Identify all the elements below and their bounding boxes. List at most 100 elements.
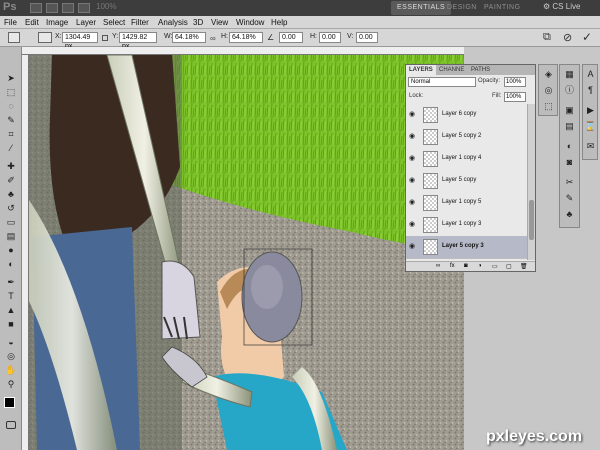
y-field[interactable]: 1429.82 px: [119, 32, 157, 50]
commit-transform-icon[interactable]: ✓: [582, 30, 592, 44]
crop-tool-icon[interactable]: ⌗: [5, 129, 17, 139]
tool-presets-panel-icon[interactable]: ✂: [563, 177, 576, 188]
menu-view[interactable]: View: [211, 16, 228, 29]
layer-row[interactable]: ◉ Layer 6 copy: [406, 104, 527, 127]
link-layers-icon[interactable]: ∞: [436, 263, 440, 269]
eyedropper-tool-icon[interactable]: ⁄: [5, 143, 17, 153]
relative-position-icon[interactable]: [102, 35, 108, 41]
adjustment-layer-icon[interactable]: ◑: [478, 263, 482, 269]
brush-tool-icon[interactable]: ✐: [5, 175, 17, 185]
transform-tool-icon[interactable]: [8, 32, 20, 43]
delete-layer-icon[interactable]: 🗑: [520, 263, 528, 270]
layer-row[interactable]: ◉ Layer 5 copy 2: [406, 126, 527, 149]
info-panel-icon[interactable]: ⓘ: [563, 85, 576, 96]
layer-row[interactable]: ◉ Layer 1 copy 4: [406, 148, 527, 171]
move-tool-icon[interactable]: ➤: [5, 73, 17, 83]
swatches-panel-icon[interactable]: ▤: [563, 121, 576, 132]
menu-filter[interactable]: Filter: [131, 16, 149, 29]
actions-panel-icon[interactable]: ▶: [584, 105, 597, 116]
tab-layers[interactable]: LAYERS: [406, 65, 436, 75]
vskew-field[interactable]: 0.00: [356, 32, 378, 43]
type-tool-icon[interactable]: T: [5, 291, 17, 301]
reference-point-icon[interactable]: [38, 32, 52, 43]
new-layer-icon[interactable]: ▢: [506, 263, 512, 270]
layer-row[interactable]: ◉ Layer 1 copy 5: [406, 192, 527, 215]
menu-analysis[interactable]: Analysis: [158, 16, 188, 29]
blend-mode-select[interactable]: Normal: [408, 77, 476, 87]
workspace-design[interactable]: DESIGN: [441, 1, 483, 15]
cancel-transform-icon[interactable]: ⊘: [563, 31, 572, 44]
add-mask-icon[interactable]: ◙: [464, 263, 468, 269]
notes-panel-icon[interactable]: ✉: [584, 141, 597, 152]
horizontal-ruler[interactable]: [22, 47, 464, 55]
hand-view-icon[interactable]: [78, 3, 90, 13]
dodge-tool-icon[interactable]: ◐: [5, 259, 17, 269]
visibility-eye-icon[interactable]: ◉: [409, 133, 415, 140]
pen-tool-icon[interactable]: ✒: [5, 277, 17, 287]
x-field[interactable]: 1304.49 px: [62, 32, 98, 50]
menu-image[interactable]: Image: [46, 16, 68, 29]
rotate-field[interactable]: 0.00: [279, 32, 303, 43]
launch-bridge-icon[interactable]: [30, 3, 42, 13]
fx-icon[interactable]: fx: [450, 263, 455, 269]
fill-field[interactable]: 100%: [504, 92, 526, 102]
masks-panel-icon[interactable]: ◙: [563, 157, 576, 168]
layer-row-selected[interactable]: ◉ Layer 5 copy 3: [406, 236, 527, 259]
hand-tool-icon[interactable]: ✋: [5, 365, 17, 375]
quick-mask-icon[interactable]: [6, 421, 16, 429]
visibility-eye-icon[interactable]: ◉: [409, 111, 415, 118]
brushes-panel-icon[interactable]: ✎: [563, 193, 576, 204]
character-panel-icon[interactable]: A: [584, 69, 597, 80]
paths-panel-icon[interactable]: ⬚: [542, 101, 555, 112]
gradient-tool-icon[interactable]: ▤: [5, 231, 17, 241]
visibility-eye-icon[interactable]: ◉: [409, 155, 415, 162]
tab-paths[interactable]: PATHS: [468, 65, 493, 75]
channels-panel-icon[interactable]: ◎: [542, 85, 555, 96]
workspace-painting[interactable]: PAINTING: [478, 1, 527, 15]
menu-file[interactable]: File: [4, 16, 17, 29]
layers-scrollbar[interactable]: [527, 104, 535, 260]
path-selection-tool-icon[interactable]: ▲: [5, 305, 17, 315]
visibility-eye-icon[interactable]: ◉: [409, 243, 415, 250]
launch-minibridge-icon[interactable]: [46, 3, 58, 13]
marquee-tool-icon[interactable]: ⬚: [5, 87, 17, 97]
hskew-field[interactable]: 0.00: [319, 32, 341, 43]
clone-stamp-tool-icon[interactable]: ♣: [5, 189, 17, 199]
quick-select-tool-icon[interactable]: ✎: [5, 115, 17, 125]
shape-tool-icon[interactable]: ■: [5, 319, 17, 329]
3d-orbit-tool-icon[interactable]: ◎: [5, 351, 17, 361]
visibility-eye-icon[interactable]: ◉: [409, 221, 415, 228]
eraser-tool-icon[interactable]: ▭: [5, 217, 17, 227]
clone-source-panel-icon[interactable]: ♣: [563, 209, 576, 220]
vertical-ruler[interactable]: [22, 55, 29, 450]
color-panel-icon[interactable]: ▣: [563, 105, 576, 116]
arrange-documents-icon[interactable]: [62, 3, 74, 13]
tab-channels[interactable]: CHANNE: [436, 65, 467, 75]
layer-row[interactable]: ◉ Layer 5 copy: [406, 170, 527, 193]
visibility-eye-icon[interactable]: ◉: [409, 177, 415, 184]
history-brush-tool-icon[interactable]: ↺: [5, 203, 17, 213]
blur-tool-icon[interactable]: ●: [5, 245, 17, 255]
menu-help[interactable]: Help: [271, 16, 287, 29]
width-field[interactable]: 64.18%: [172, 32, 206, 43]
3d-rotate-tool-icon[interactable]: ◒: [5, 337, 17, 347]
menu-3d[interactable]: 3D: [193, 16, 203, 29]
histogram-panel-icon[interactable]: ▦: [563, 69, 576, 80]
menu-layer[interactable]: Layer: [76, 16, 96, 29]
new-group-icon[interactable]: ▭: [492, 263, 498, 270]
link-icon[interactable]: ∞: [210, 34, 216, 43]
menu-window[interactable]: Window: [236, 16, 264, 29]
menu-edit[interactable]: Edit: [25, 16, 39, 29]
height-field[interactable]: 64.18%: [229, 32, 263, 43]
lasso-tool-icon[interactable]: ◌: [5, 101, 17, 111]
healing-brush-tool-icon[interactable]: ✚: [5, 161, 17, 171]
adjustments-panel-icon[interactable]: ◐: [563, 141, 576, 152]
zoom-tool-icon[interactable]: ⚲: [5, 379, 17, 389]
layers-panel-icon[interactable]: ◈: [542, 69, 555, 80]
cs-live-button[interactable]: ⚙ CS Live: [543, 2, 580, 11]
opacity-field[interactable]: 100%: [504, 77, 526, 87]
paragraph-panel-icon[interactable]: ¶: [584, 85, 597, 96]
scrollbar-thumb[interactable]: [529, 200, 534, 240]
document-canvas[interactable]: [22, 47, 464, 450]
foreground-color-swatch[interactable]: [4, 397, 15, 408]
